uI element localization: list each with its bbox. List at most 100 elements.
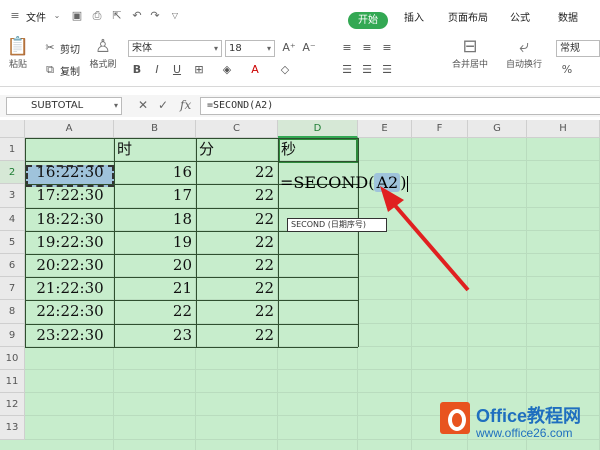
save-icon[interactable]: ▣ (70, 9, 84, 23)
cut-button[interactable]: 剪切 (60, 41, 80, 56)
row-header-10[interactable]: 10 (0, 346, 25, 370)
cell-c7[interactable]: 22 (196, 277, 278, 300)
cell-b5[interactable]: 19 (114, 231, 196, 254)
fill-color-icon[interactable]: ◈ (220, 63, 234, 76)
tab-page-layout[interactable]: 页面布局 (448, 9, 488, 24)
cell-a4[interactable]: 18:22:30 (26, 208, 114, 231)
cell-d1[interactable]: 秒 (278, 138, 358, 161)
column-header-h[interactable]: H (527, 120, 600, 138)
align-left-icon[interactable]: ☰ (340, 63, 354, 76)
cell-c6[interactable]: 22 (196, 254, 278, 277)
format-painter-button[interactable]: ♙ 格式刷 (88, 37, 118, 71)
cell-b8[interactable]: 22 (114, 300, 196, 323)
row-header-6[interactable]: 6 (0, 254, 25, 278)
editing-cell-d2[interactable]: =SECOND(A2) (280, 173, 409, 192)
italic-icon[interactable]: I (150, 63, 164, 76)
row-header-5[interactable]: 5 (0, 230, 25, 254)
cell-a9[interactable]: 23:22:30 (26, 324, 114, 347)
table-border-line (25, 138, 26, 347)
column-header-a[interactable]: A (25, 120, 114, 138)
column-header-b[interactable]: B (114, 120, 196, 138)
row-header-11[interactable]: 11 (0, 370, 25, 394)
column-header-e[interactable]: E (358, 120, 412, 138)
scissors-icon[interactable]: ✂ (43, 41, 57, 54)
row-header-8[interactable]: 8 (0, 300, 25, 324)
column-header-g[interactable]: G (468, 120, 527, 138)
border-icon[interactable]: ⊞ (192, 63, 206, 76)
cell-b7[interactable]: 21 (114, 277, 196, 300)
paste-button[interactable]: 📋 粘贴 (6, 37, 30, 71)
cell-a2[interactable]: 16:22:30 (26, 161, 114, 184)
cell-a6[interactable]: 20:22:30 (26, 254, 114, 277)
export-icon[interactable]: ⇱ (110, 9, 124, 23)
row-header-7[interactable]: 7 (0, 277, 25, 301)
redo-icon[interactable]: ↷ (148, 9, 162, 23)
number-format-value: 常规 (560, 43, 580, 54)
tab-insert[interactable]: 插入 (404, 9, 424, 24)
cell-b9[interactable]: 23 (114, 324, 196, 347)
align-center-icon[interactable]: ☰ (360, 63, 374, 76)
hamburger-menu-icon[interactable]: ≡ (8, 9, 22, 23)
quick-access-dropdown-icon[interactable]: ▽ (168, 9, 182, 23)
print-icon[interactable]: ⎙ (90, 9, 104, 23)
bold-icon[interactable]: B (130, 63, 144, 76)
merge-center-button[interactable]: ⊟ 合并居中 (448, 37, 492, 71)
cell-b1[interactable]: 时 (114, 138, 196, 161)
tab-home[interactable]: 开始 (348, 12, 388, 29)
font-size-select[interactable]: 18 ▾ (225, 40, 275, 57)
align-right-icon[interactable]: ☰ (380, 63, 394, 76)
wrap-text-button[interactable]: ⤶ 自动换行 (502, 37, 546, 71)
name-box[interactable]: SUBTOTAL ▾ (6, 97, 122, 115)
cell-c2[interactable]: 22 (196, 161, 278, 184)
cell-c8[interactable]: 22 (196, 300, 278, 323)
cancel-icon[interactable]: ✕ (138, 98, 148, 112)
cell-a3[interactable]: 17:22:30 (26, 184, 114, 207)
cell-c4[interactable]: 22 (196, 208, 278, 231)
row-header-13[interactable]: 13 (0, 416, 25, 440)
cell-a7[interactable]: 21:22:30 (26, 277, 114, 300)
row-gridline (25, 392, 600, 394)
align-top-icon[interactable]: ≡ (340, 41, 354, 54)
align-bottom-icon[interactable]: ≡ (380, 41, 394, 54)
increase-font-icon[interactable]: A⁺ (282, 41, 296, 54)
font-color-icon[interactable]: A (248, 63, 262, 76)
cell-b4[interactable]: 18 (114, 208, 196, 231)
row-header-3[interactable]: 3 (0, 184, 25, 208)
cell-c5[interactable]: 22 (196, 231, 278, 254)
confirm-icon[interactable]: ✓ (158, 98, 168, 112)
copy-button[interactable]: 复制 (60, 63, 80, 78)
row-header-9[interactable]: 9 (0, 323, 25, 347)
copy-icon[interactable]: ⧉ (43, 63, 57, 77)
tab-data[interactable]: 数据 (558, 9, 578, 24)
column-header-c[interactable]: C (196, 120, 278, 138)
clear-format-icon[interactable]: ◇ (278, 63, 292, 76)
undo-icon[interactable]: ↶ (130, 9, 144, 23)
decrease-font-icon[interactable]: A⁻ (302, 41, 316, 54)
row-header-4[interactable]: 4 (0, 207, 25, 231)
column-header-f[interactable]: F (412, 120, 468, 138)
tab-formulas[interactable]: 公式 (510, 9, 530, 24)
insert-function-icon[interactable]: fx (180, 98, 191, 112)
underline-icon[interactable]: U (170, 63, 184, 76)
chevron-down-icon[interactable]: ⌄ (50, 9, 64, 23)
percent-icon[interactable]: % (560, 63, 574, 76)
row-header-1[interactable]: 1 (0, 138, 25, 162)
cell-c1[interactable]: 分 (196, 138, 278, 161)
cell-b3[interactable]: 17 (114, 184, 196, 207)
cell-a8[interactable]: 22:22:30 (26, 300, 114, 323)
number-format-select[interactable]: 常规 (556, 40, 600, 57)
file-menu[interactable]: 文件 (26, 9, 46, 24)
row-header-2[interactable]: 2 (0, 161, 25, 185)
font-name-select[interactable]: 宋体 ▾ (128, 40, 222, 57)
row-header-12[interactable]: 12 (0, 393, 25, 417)
cell-c3[interactable]: 22 (196, 184, 278, 207)
table-border-line (25, 161, 358, 163)
cell-b6[interactable]: 20 (114, 254, 196, 277)
cell-c9[interactable]: 22 (196, 324, 278, 347)
formula-input[interactable]: =SECOND(A2) (200, 97, 600, 115)
column-header-d[interactable]: D (278, 120, 358, 138)
align-middle-icon[interactable]: ≡ (360, 41, 374, 54)
select-all-corner[interactable] (0, 120, 25, 138)
cell-a5[interactable]: 19:22:30 (26, 231, 114, 254)
cell-b2[interactable]: 16 (114, 161, 196, 184)
